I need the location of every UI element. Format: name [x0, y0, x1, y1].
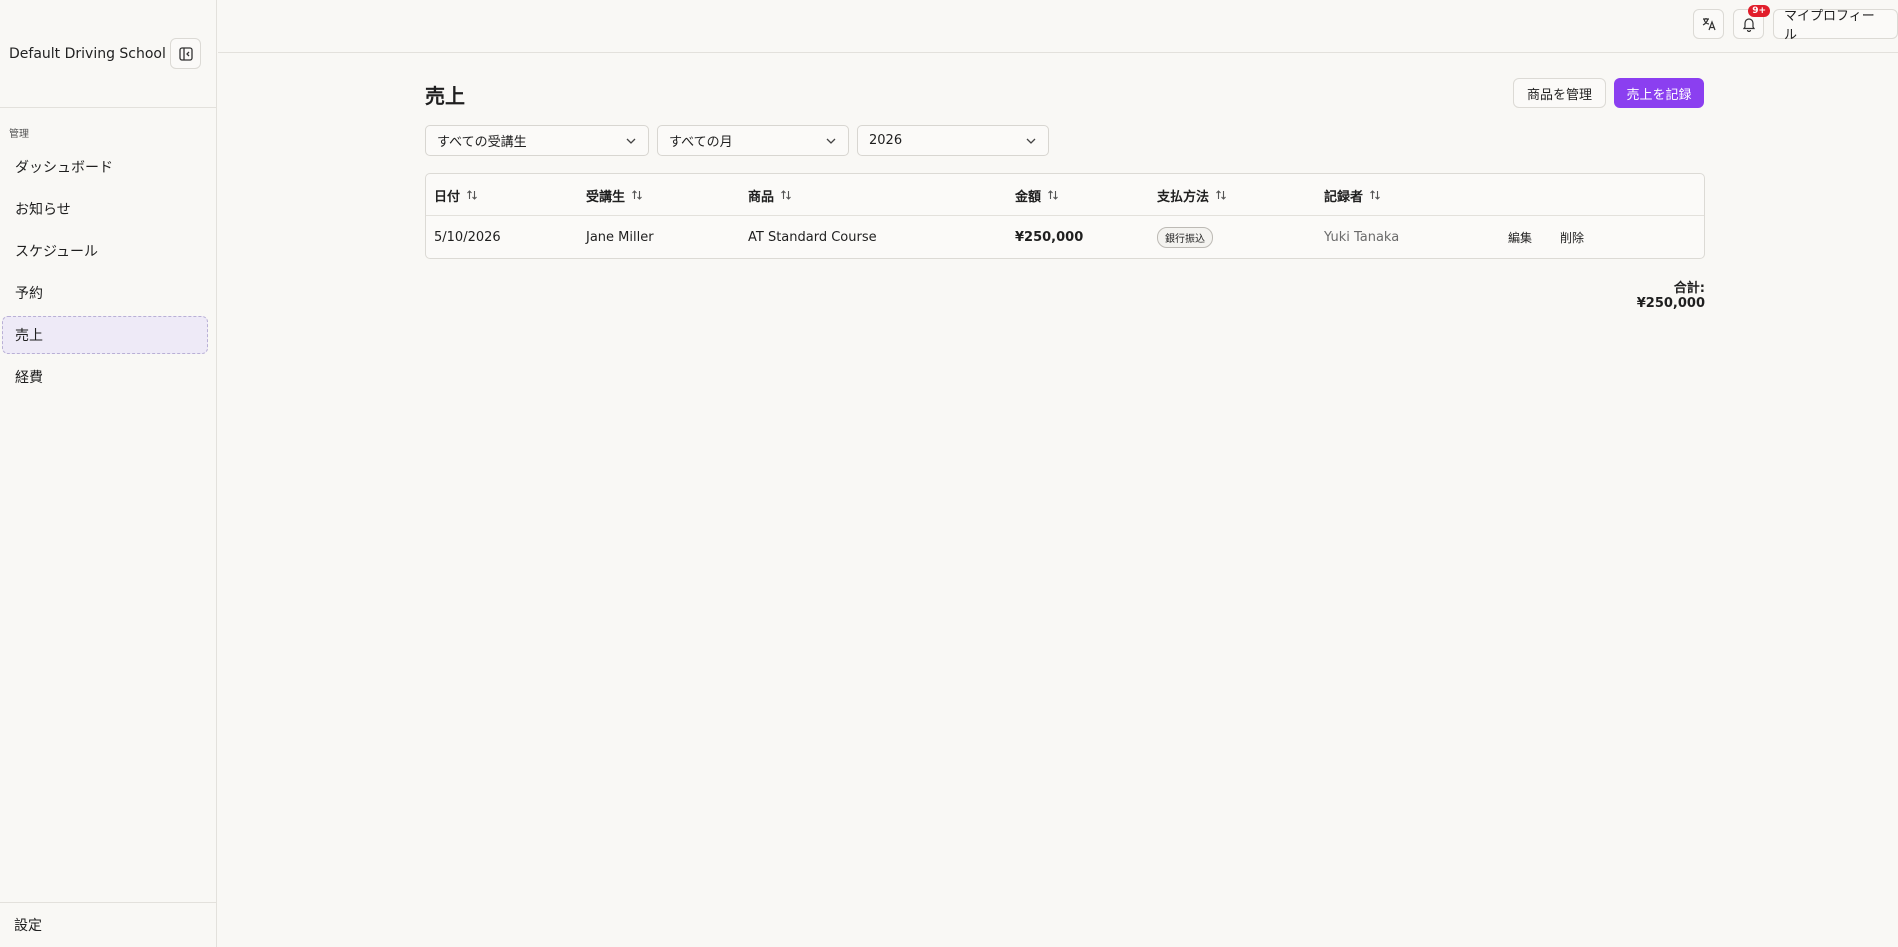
- cell-date: 5/10/2026: [434, 229, 501, 245]
- sidebar-item-sales[interactable]: 売上: [2, 316, 208, 354]
- column-header-date[interactable]: 日付: [434, 174, 478, 216]
- chevron-down-icon: [626, 138, 636, 144]
- language-button[interactable]: [1693, 9, 1724, 39]
- school-name: Default Driving School: [9, 45, 166, 62]
- sort-icon: [1369, 189, 1381, 201]
- year-filter-value: 2026: [869, 133, 903, 148]
- sales-total: 合計: ¥250,000: [1636, 281, 1705, 311]
- sidebar-nav: ダッシュボード お知らせ スケジュール 予約 売上 経費: [2, 148, 208, 400]
- sidebar-item-settings[interactable]: 設定: [0, 902, 216, 947]
- student-filter-select[interactable]: すべての受講生: [425, 125, 649, 156]
- column-header-payment-method[interactable]: 支払方法: [1157, 174, 1227, 216]
- collapse-sidebar-button[interactable]: [170, 38, 201, 69]
- sort-icon: [1215, 189, 1227, 201]
- notification-badge: 9+: [1748, 5, 1770, 17]
- column-header-student[interactable]: 受講生: [586, 174, 643, 216]
- sales-table: 日付 受講生 商品 金額 支払方法 記録者 5/10/2026 Jane Mil…: [425, 173, 1705, 259]
- sort-icon: [1047, 189, 1059, 201]
- chevron-down-icon: [1026, 138, 1036, 144]
- column-label: 記録者: [1324, 189, 1364, 205]
- table-header: 日付 受講生 商品 金額 支払方法 記録者: [426, 174, 1704, 216]
- record-sale-button[interactable]: 売上を記録: [1614, 78, 1704, 108]
- sidebar-item-expenses[interactable]: 経費: [2, 358, 208, 396]
- page-title: 売上: [425, 84, 465, 108]
- payment-method-badge: 銀行振込: [1157, 226, 1213, 248]
- column-label: 金額: [1015, 189, 1042, 205]
- column-label: 受講生: [586, 189, 626, 205]
- student-filter-value: すべての受講生: [437, 135, 527, 150]
- column-label: 支払方法: [1157, 189, 1210, 205]
- table-row: 5/10/2026 Jane Miller AT Standard Course…: [426, 216, 1704, 258]
- chevron-down-icon: [826, 138, 836, 144]
- year-filter-select[interactable]: 2026: [857, 125, 1049, 156]
- topbar: 9+ マイプロフィール: [218, 0, 1898, 53]
- cell-student: Jane Miller: [586, 229, 654, 245]
- sort-icon: [631, 189, 643, 201]
- cell-amount: ¥250,000: [1015, 229, 1084, 245]
- edit-button[interactable]: 編集: [1508, 216, 1532, 258]
- sidebar: Default Driving School 管理 ダッシュボード お知らせ ス…: [0, 0, 217, 947]
- column-header-product[interactable]: 商品: [748, 174, 792, 216]
- cell-recorder: Yuki Tanaka: [1324, 229, 1400, 245]
- sidebar-item-dashboard[interactable]: ダッシュボード: [2, 148, 208, 186]
- sidebar-collapse-icon: [178, 46, 193, 61]
- column-label: 商品: [748, 189, 775, 205]
- cell-product: AT Standard Course: [748, 229, 877, 245]
- sidebar-item-reservations[interactable]: 予約: [2, 274, 208, 312]
- section-label: 管理: [9, 129, 29, 140]
- sort-icon: [466, 189, 478, 201]
- profile-button[interactable]: マイプロフィール: [1773, 9, 1898, 43]
- sidebar-header: Default Driving School: [0, 0, 216, 108]
- month-filter-select[interactable]: すべての月: [657, 125, 849, 156]
- notifications-button[interactable]: 9+: [1733, 5, 1770, 39]
- sort-icon: [780, 189, 792, 201]
- sidebar-item-announcements[interactable]: お知らせ: [2, 190, 208, 228]
- column-header-recorder[interactable]: 記録者: [1324, 174, 1381, 216]
- translate-icon: [1702, 18, 1716, 31]
- cell-payment-method: 銀行振込: [1157, 216, 1213, 258]
- manage-products-button[interactable]: 商品を管理: [1513, 78, 1606, 108]
- delete-button[interactable]: 削除: [1560, 216, 1584, 258]
- month-filter-value: すべての月: [669, 135, 733, 150]
- column-header-amount[interactable]: 金額: [1015, 174, 1059, 216]
- sidebar-item-schedule[interactable]: スケジュール: [2, 232, 208, 270]
- column-label: 日付: [434, 189, 461, 205]
- bell-icon: [1742, 17, 1755, 32]
